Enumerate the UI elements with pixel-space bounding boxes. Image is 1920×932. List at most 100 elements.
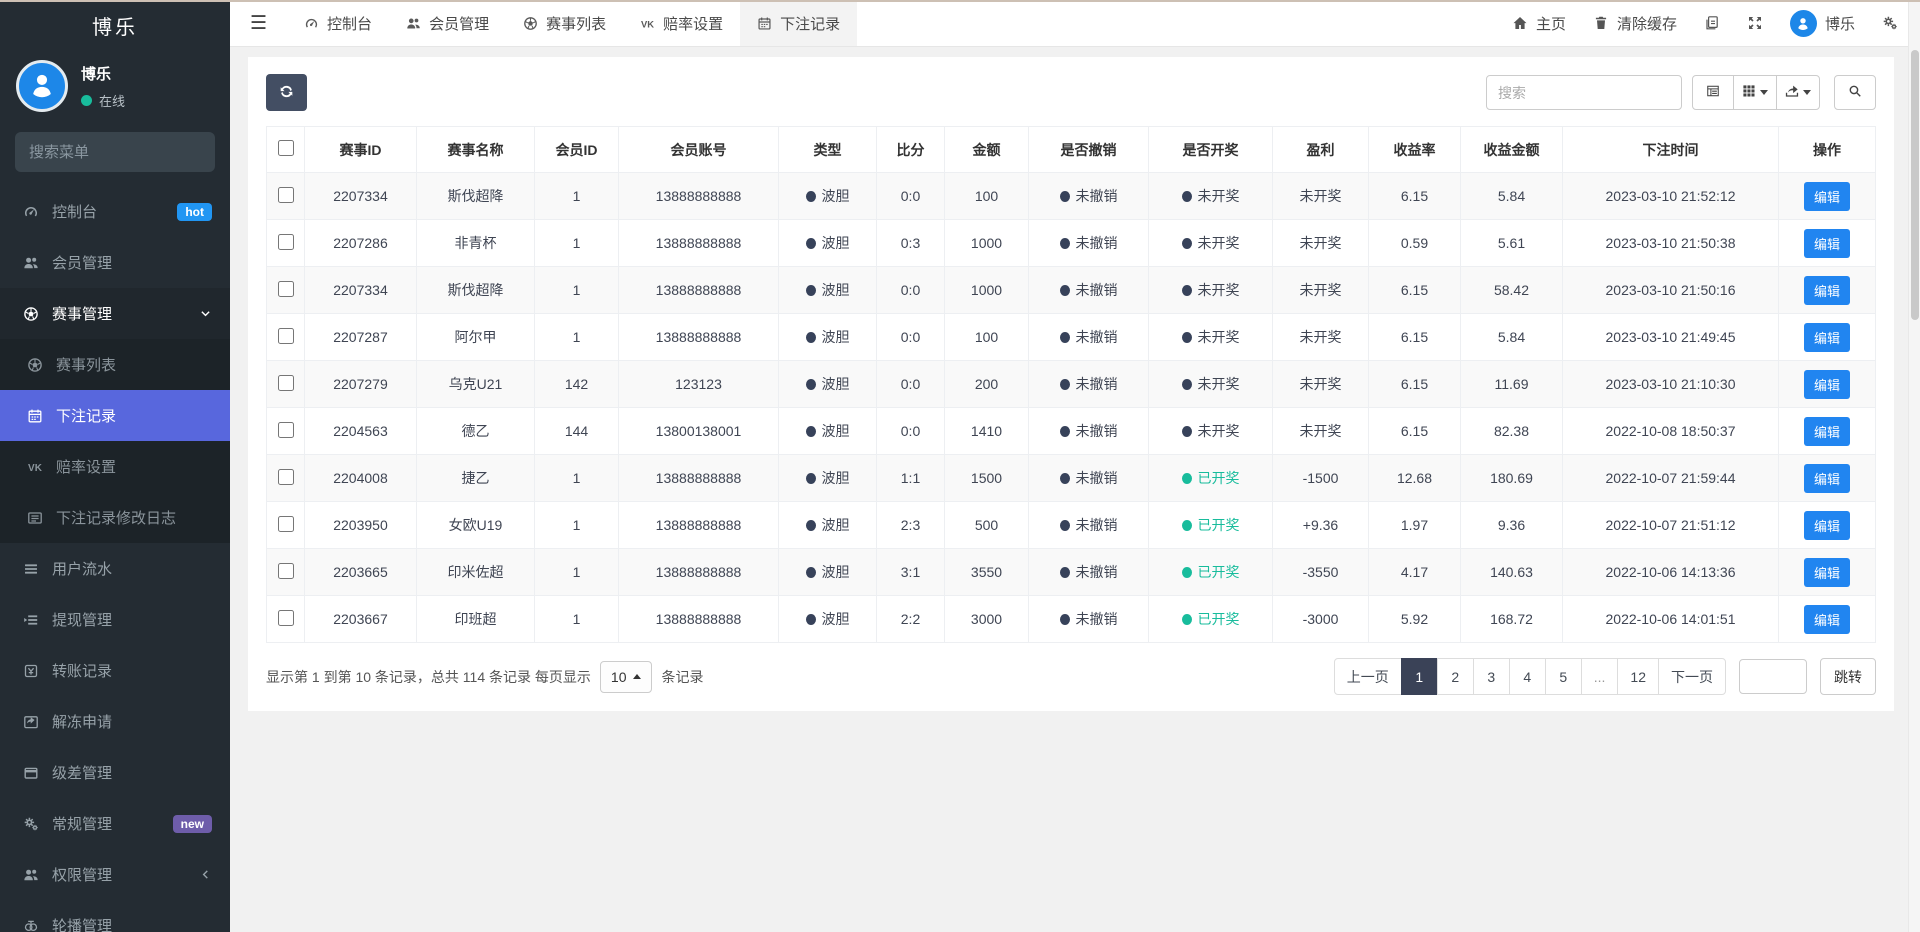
topnav-docs[interactable]	[1704, 15, 1720, 31]
detail-view-button[interactable]	[1692, 75, 1734, 110]
tab-match-list[interactable]: 赛事列表	[506, 0, 623, 46]
vertical-scrollbar[interactable]	[1908, 0, 1920, 932]
edit-button[interactable]: 编辑	[1803, 510, 1850, 540]
sidebar-item-carousel-management[interactable]: 轮播管理	[0, 900, 230, 932]
cell-amount: 3550	[944, 548, 1029, 596]
page-size-select[interactable]: 10	[599, 660, 653, 693]
pagination-page[interactable]: 4	[1508, 658, 1546, 695]
refresh-button[interactable]	[266, 74, 307, 111]
sidebar-item-bet-records[interactable]: 下注记录	[0, 390, 230, 441]
sidebar-item-console[interactable]: 控制台 hot	[0, 186, 230, 237]
row-checkbox[interactable]	[277, 280, 294, 297]
edit-button[interactable]: 编辑	[1803, 181, 1850, 211]
cell-profit-rate: 1.97	[1368, 501, 1461, 549]
status-dot-icon	[805, 567, 816, 578]
sidebar-item-general-management[interactable]: 常规管理 new	[0, 798, 230, 849]
svg-text:VK: VK	[641, 19, 654, 29]
cell-bet-type: 波胆	[778, 407, 877, 455]
row-checkbox[interactable]	[277, 374, 294, 391]
status-text: 已开奖	[1197, 611, 1240, 627]
edit-button[interactable]: 编辑	[1803, 463, 1850, 493]
advanced-search-button[interactable]	[1834, 75, 1876, 110]
table-search-input[interactable]	[1486, 75, 1682, 110]
sidebar-item-bet-record-edit-log[interactable]: 下注记录修改日志	[0, 492, 230, 543]
jump-button[interactable]: 跳转	[1820, 658, 1876, 695]
edit-button[interactable]: 编辑	[1803, 557, 1850, 587]
edit-button[interactable]: 编辑	[1803, 416, 1850, 446]
tab-label: 会员管理	[429, 15, 490, 33]
scrollbar-thumb[interactable]	[1911, 50, 1919, 320]
menu-search-input[interactable]	[15, 132, 215, 172]
topnav-fullscreen[interactable]	[1747, 15, 1763, 31]
pagination-page[interactable]: 12	[1617, 658, 1659, 695]
sidebar-item-transfer-records[interactable]: 转账记录	[0, 645, 230, 696]
row-checkbox[interactable]	[277, 515, 294, 532]
cell-bet-time: 2023-03-10 21:50:16	[1562, 266, 1779, 314]
new-badge: new	[172, 814, 212, 833]
column-header: 收益金额	[1460, 126, 1563, 173]
sidebar-item-unfreeze-requests[interactable]: 解冻申请	[0, 696, 230, 747]
status-dot-icon	[1059, 426, 1070, 437]
column-header: 赛事名称	[416, 126, 535, 173]
cell-profit-rate: 6.15	[1368, 360, 1461, 408]
submenu-match-management: 赛事列表下注记录 VK 赔率设置 下注记录修改日志	[0, 339, 230, 543]
sidebar-item-level-diff-management[interactable]: 级差管理	[0, 747, 230, 798]
row-checkbox[interactable]	[277, 562, 294, 579]
brand-title: 博乐	[92, 17, 138, 39]
sidebar-item-user-flow[interactable]: 用户流水	[0, 543, 230, 594]
status-text: 波胆	[821, 329, 850, 345]
status-text: 已开奖	[1197, 470, 1240, 486]
pagination-next[interactable]: 下一页	[1658, 658, 1726, 695]
edit-button[interactable]: 编辑	[1803, 275, 1850, 305]
sidebar-item-match-list[interactable]: 赛事列表	[0, 339, 230, 390]
view-button-group	[1692, 75, 1820, 110]
row-checkbox[interactable]	[277, 186, 294, 203]
jump-page-input[interactable]	[1739, 659, 1807, 694]
pagination-page[interactable]: 5	[1544, 658, 1582, 695]
columns-button[interactable]	[1733, 75, 1777, 110]
sidebar-item-match-management[interactable]: 赛事管理	[0, 288, 230, 339]
bet-records-table: 赛事ID 赛事名称 会员ID 会员账号 类型 比分 金额 是否撤销 是否开奖 盈利 收益率 收益金额下…	[266, 126, 1876, 643]
pagination-page[interactable]: 1	[1400, 658, 1438, 695]
status-dot-icon	[1059, 238, 1070, 249]
topnav-home[interactable]: 主页	[1512, 13, 1566, 34]
topnav-clear-cache[interactable]: 清除缓存	[1593, 13, 1677, 34]
row-checkbox[interactable]	[277, 609, 294, 626]
pagination-prev[interactable]: 上一页	[1333, 658, 1402, 695]
edit-button[interactable]: 编辑	[1803, 228, 1850, 258]
sidebar-item-withdrawal-management[interactable]: 提现管理	[0, 594, 230, 645]
row-checkbox[interactable]	[277, 233, 294, 250]
tab-console[interactable]: 控制台	[287, 0, 389, 46]
pagination-ellipsis[interactable]: ...	[1580, 658, 1619, 695]
menu-toggle-icon[interactable]: ☰	[230, 0, 287, 46]
cell-bet-type: 波胆	[778, 313, 877, 361]
row-checkbox[interactable]	[277, 421, 294, 438]
sidebar-item-permission-management[interactable]: 权限管理	[0, 849, 230, 900]
edit-button[interactable]: 编辑	[1803, 369, 1850, 399]
row-checkbox[interactable]	[277, 468, 294, 485]
refresh-icon	[279, 84, 294, 102]
select-all-checkbox[interactable]	[277, 140, 294, 156]
topnav-settings[interactable]	[1882, 15, 1898, 31]
user-avatar[interactable]	[16, 60, 68, 112]
pagination-page[interactable]: 2	[1436, 658, 1474, 695]
topnav-user[interactable]: 博乐	[1789, 9, 1855, 37]
main-area: ☰ 控制台 会员管理 赛事列表 VK 赔率设置 下注记录 主页 清除缓存 博乐	[230, 0, 1920, 932]
edit-button[interactable]: 编辑	[1803, 604, 1850, 634]
row-checkbox[interactable]	[277, 327, 294, 344]
export-button[interactable]	[1776, 75, 1820, 110]
sidebar-item-label: 下注记录	[56, 408, 117, 425]
sidebar-item-member-management[interactable]: 会员管理	[0, 237, 230, 288]
pagination-page[interactable]: 3	[1472, 658, 1510, 695]
tab-bet-records[interactable]: 下注记录	[740, 0, 858, 46]
status-text: 已开奖	[1197, 564, 1240, 580]
cell-profit: 未开奖	[1272, 360, 1369, 408]
tab-member-management[interactable]: 会员管理	[389, 0, 506, 46]
sidebar-item-label: 赛事列表	[56, 357, 117, 374]
cell-cancel-status: 未撤销	[1028, 407, 1149, 455]
sidebar-item-odds-settings[interactable]: VK 赔率设置	[0, 441, 230, 492]
cell-profit-rate: 6.15	[1368, 407, 1461, 455]
cell-event-id: 2204563	[304, 407, 417, 455]
edit-button[interactable]: 编辑	[1803, 322, 1850, 352]
tab-odds-settings[interactable]: VK 赔率设置	[623, 0, 740, 46]
